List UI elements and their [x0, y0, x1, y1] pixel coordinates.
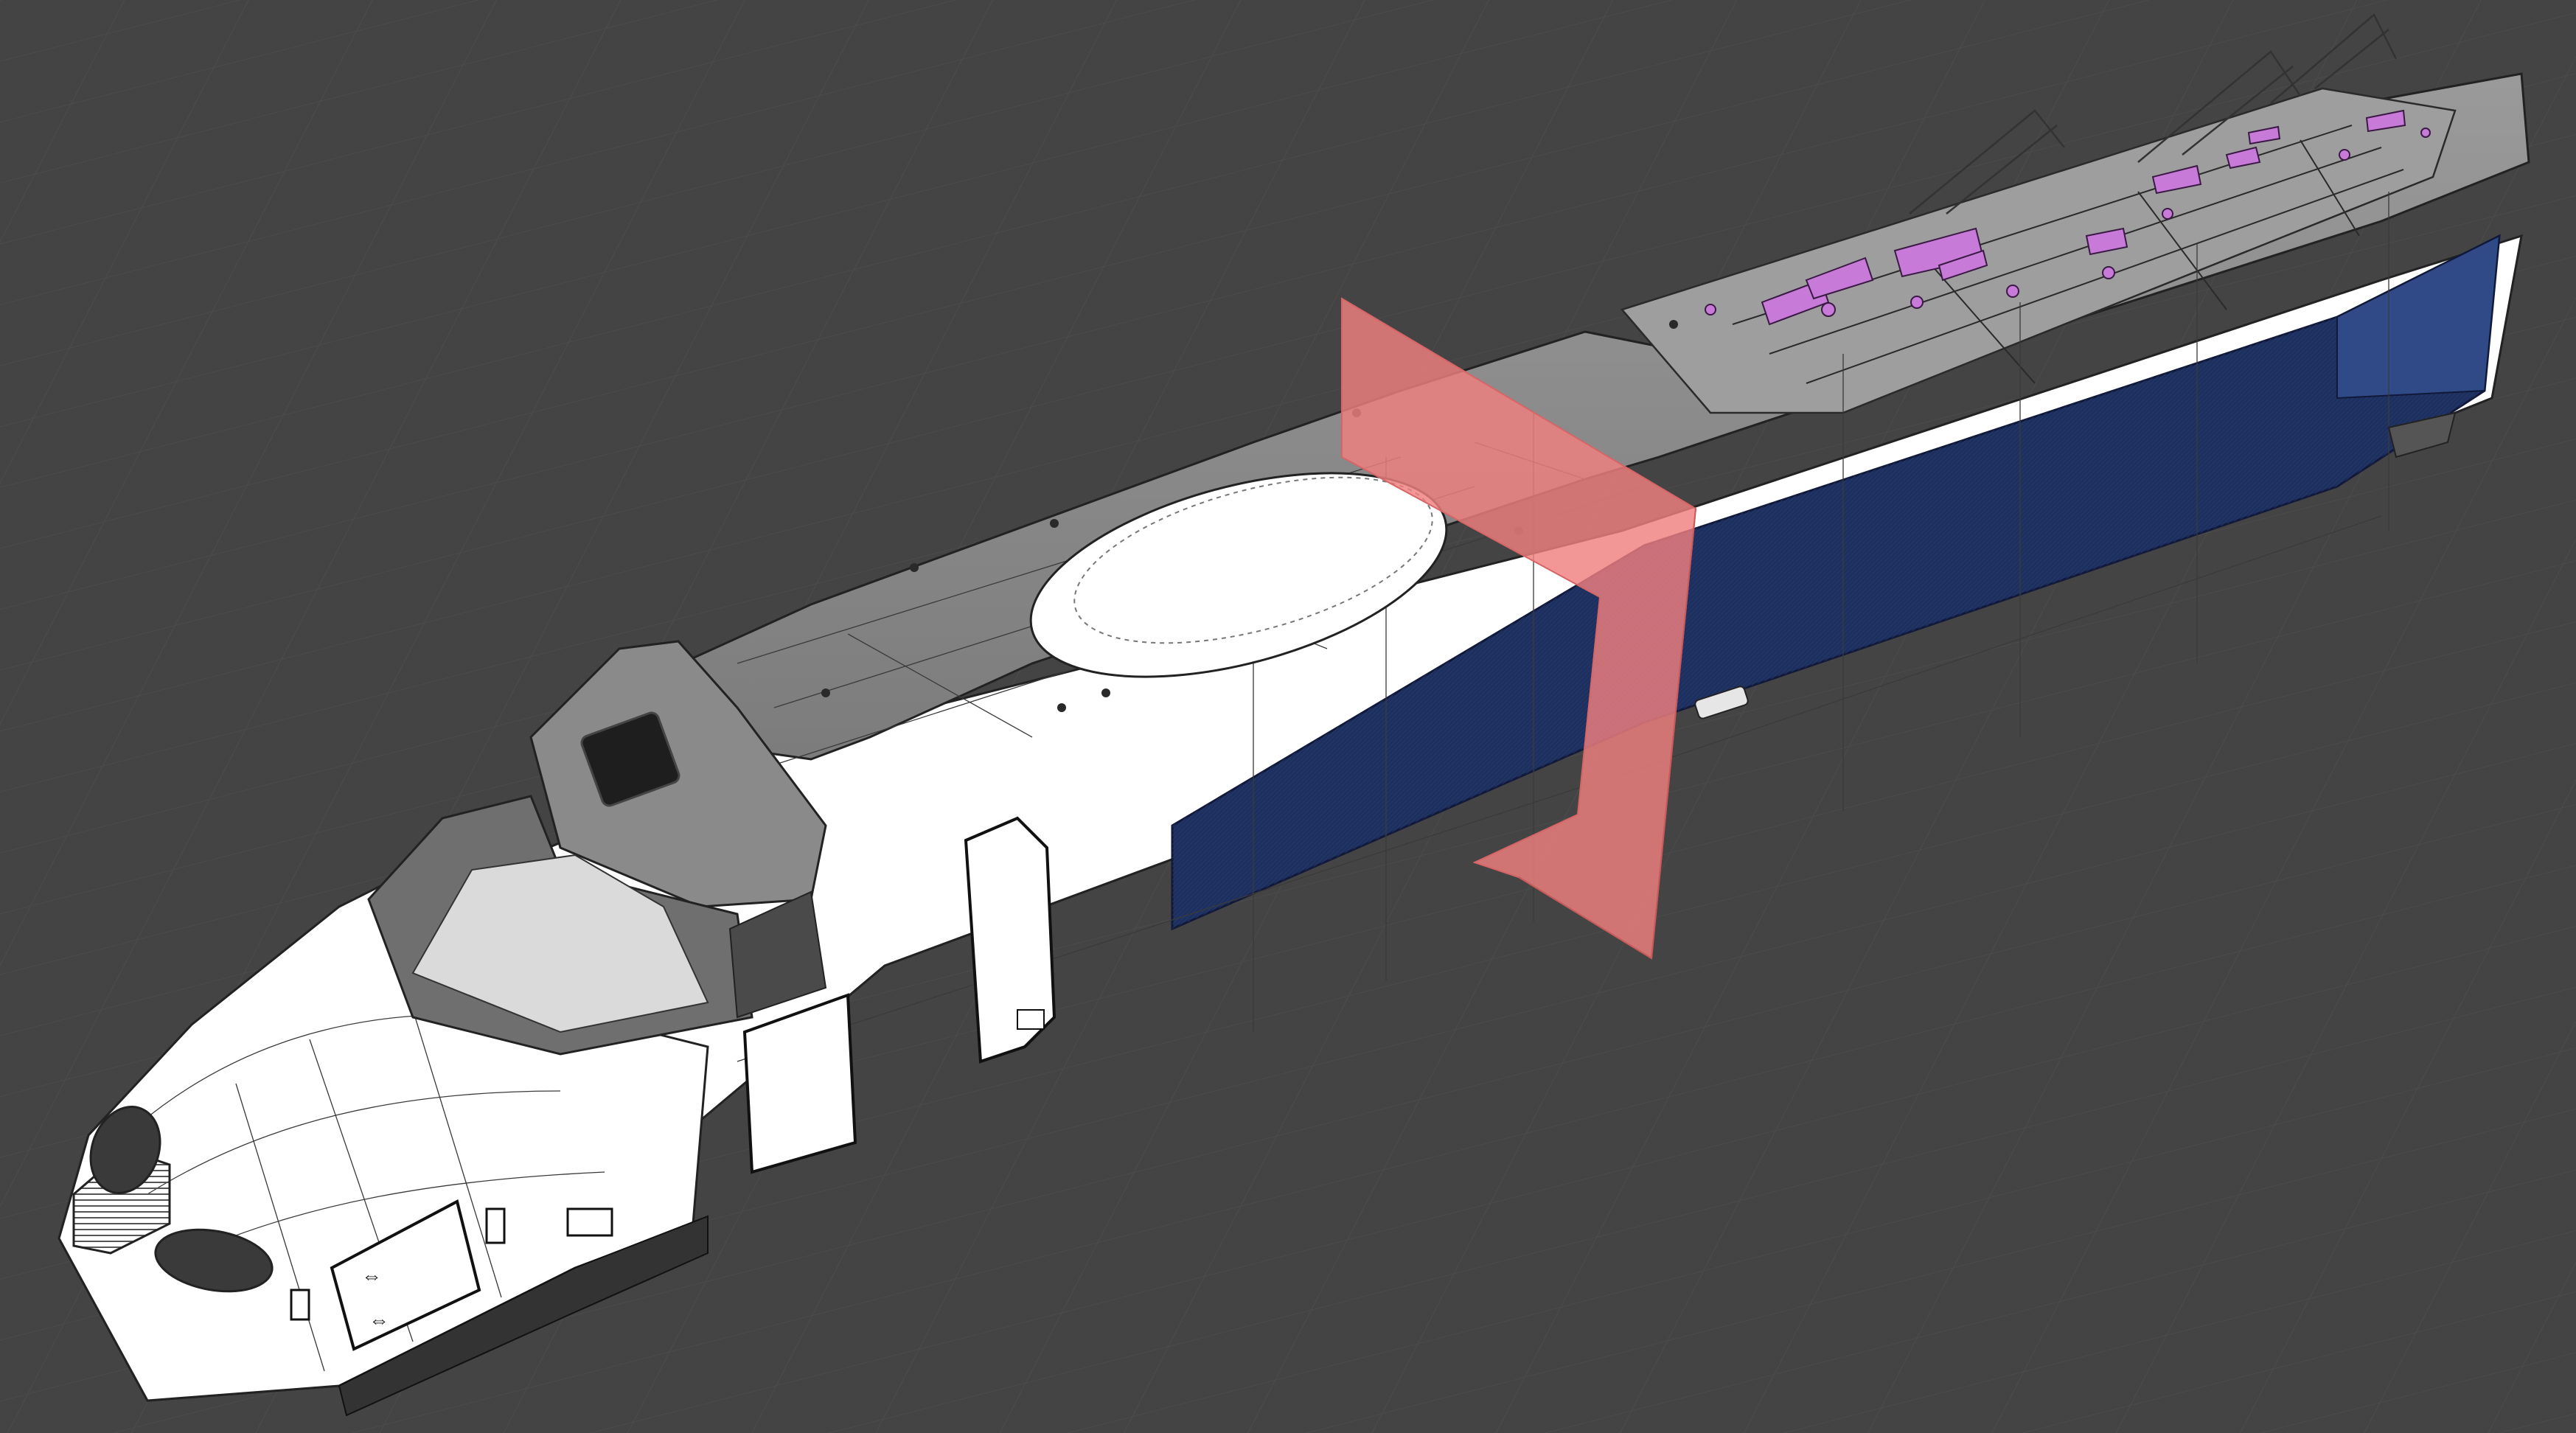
- 3d-viewport[interactable]: ⇔ ⇔: [0, 0, 2576, 1433]
- side-latch: [290, 1289, 310, 1321]
- side-latch: [485, 1207, 506, 1244]
- double-arrow-icon: ⇔: [361, 1264, 382, 1287]
- double-arrow-icon: ⇔: [369, 1308, 389, 1331]
- scene-canvas[interactable]: ⇔ ⇔: [0, 0, 2576, 1433]
- side-latch: [566, 1207, 613, 1237]
- door-handle[interactable]: [1017, 1009, 1045, 1030]
